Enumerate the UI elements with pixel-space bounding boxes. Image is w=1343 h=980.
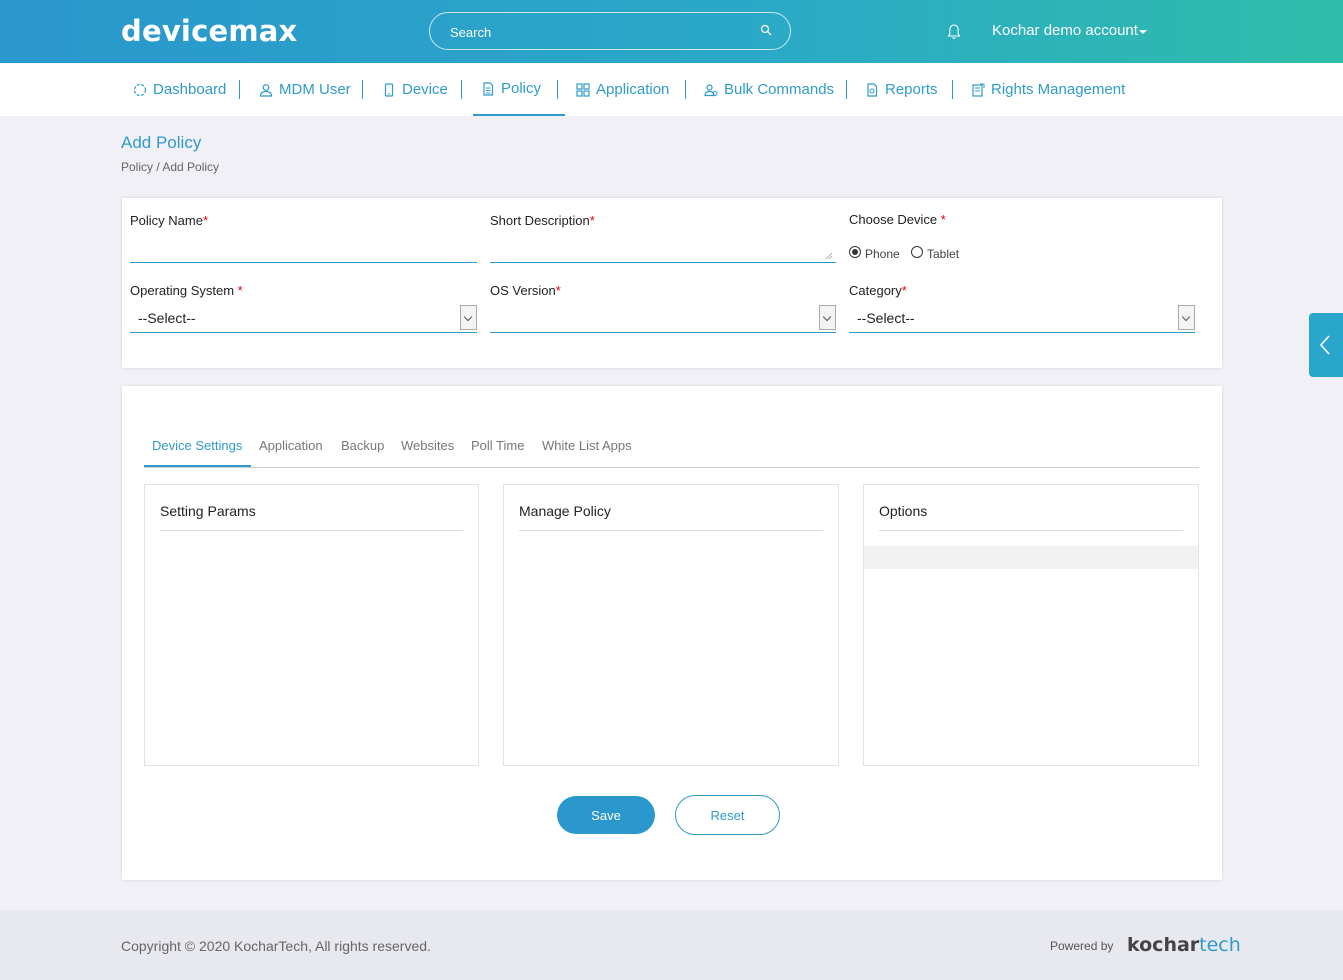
- reset-button[interactable]: Reset: [675, 795, 780, 835]
- policy-name-input[interactable]: [130, 262, 477, 263]
- choose-device-label: Choose Device *: [849, 212, 946, 227]
- options-row[interactable]: [864, 546, 1198, 569]
- device-tablet-label: Tablet: [927, 247, 960, 261]
- tab-poll-time[interactable]: Poll Time: [471, 438, 524, 453]
- policy-name-label: Policy Name*: [130, 213, 209, 228]
- dashboard-icon: [133, 83, 147, 96]
- nav-divider: [362, 80, 363, 99]
- app-logo[interactable]: devicemax: [121, 14, 297, 48]
- chevron-down-icon[interactable]: [1139, 30, 1147, 34]
- search-input[interactable]: [450, 22, 750, 42]
- active-tab-indicator: [144, 465, 251, 467]
- copyright-text: Copyright © 2020 KocharTech, All rights …: [121, 938, 431, 954]
- top-header: devicemax Kochar demo account: [0, 0, 1343, 63]
- tab-websites[interactable]: Websites: [401, 438, 454, 453]
- nav-divider: [846, 80, 847, 99]
- nav-bulk-commands[interactable]: Bulk Commands: [704, 63, 834, 116]
- nav-rights-management[interactable]: Rights Management: [971, 63, 1125, 116]
- document-icon: [483, 81, 494, 96]
- breadcrumb[interactable]: Policy / Add Policy: [121, 160, 219, 174]
- powered-by-text: Powered by: [1050, 939, 1114, 953]
- tabs-divider: [144, 467, 1199, 468]
- category-select[interactable]: --Select--: [849, 303, 1195, 333]
- panel-title: Setting Params: [160, 503, 256, 519]
- rights-icon: [972, 83, 985, 97]
- nav-divider: [685, 80, 686, 99]
- nav-label: Application: [596, 81, 670, 98]
- notification-bell-icon[interactable]: [946, 23, 962, 40]
- nav-divider: [952, 80, 953, 99]
- page-title: Add Policy: [121, 133, 202, 152]
- panel-title: Options: [879, 503, 928, 519]
- resize-handle-icon[interactable]: [825, 252, 833, 260]
- device-tablet-radio[interactable]: [911, 246, 923, 258]
- policy-form-card: [122, 198, 1222, 368]
- kochartech-logo[interactable]: kochartech: [1127, 934, 1241, 956]
- nav-label: Policy: [501, 80, 542, 97]
- footer: Copyright © 2020 KocharTech, All rights …: [0, 910, 1343, 980]
- tab-device-settings[interactable]: Device Settings: [152, 438, 242, 453]
- setting-params-panel: Setting Params: [144, 484, 479, 766]
- nav-divider: [557, 80, 558, 99]
- device-phone-label: Phone: [865, 247, 900, 261]
- nav-label: Device: [402, 81, 448, 98]
- divider: [160, 530, 463, 531]
- os-version-select[interactable]: [490, 303, 836, 333]
- grid-icon: [576, 82, 590, 97]
- short-description-textarea[interactable]: [490, 262, 836, 263]
- main-nav: Dashboard MDM User Device Policy Applica…: [0, 63, 1343, 116]
- nav-policy[interactable]: Policy: [473, 63, 565, 116]
- nav-divider: [461, 80, 462, 99]
- search-icon[interactable]: [760, 24, 772, 36]
- nav-label: Bulk Commands: [724, 81, 835, 98]
- nav-label: Reports: [885, 81, 938, 98]
- operating-system-label: Operating System *: [130, 283, 243, 298]
- chevron-down-icon[interactable]: [1178, 305, 1195, 330]
- device-phone-radio[interactable]: [849, 246, 861, 258]
- tab-backup[interactable]: Backup: [341, 438, 384, 453]
- operating-system-select[interactable]: --Select--: [130, 303, 477, 333]
- chevron-down-icon[interactable]: [460, 305, 477, 330]
- account-menu[interactable]: Kochar demo account: [992, 22, 1138, 39]
- nav-label: Dashboard: [153, 81, 227, 98]
- os-version-label: OS Version*: [490, 283, 561, 298]
- users-icon: [704, 83, 718, 96]
- tab-application[interactable]: Application: [259, 438, 323, 453]
- operating-system-value: --Select--: [138, 310, 196, 326]
- phone-icon: [384, 82, 394, 97]
- side-panel-toggle[interactable]: [1309, 313, 1343, 377]
- nav-divider: [239, 80, 240, 99]
- chevron-down-icon[interactable]: [819, 305, 836, 330]
- divider: [519, 530, 823, 531]
- panel-title: Manage Policy: [519, 503, 611, 519]
- nav-reports[interactable]: Reports: [865, 63, 938, 116]
- tab-white-list-apps[interactable]: White List Apps: [542, 438, 632, 453]
- nav-mdm-user[interactable]: MDM User: [259, 63, 351, 116]
- user-icon: [259, 83, 273, 97]
- options-panel: Options: [863, 484, 1199, 766]
- search-box: [429, 12, 791, 50]
- category-value: --Select--: [857, 310, 915, 326]
- report-icon: [867, 82, 878, 97]
- divider: [879, 530, 1183, 531]
- nav-dashboard[interactable]: Dashboard: [133, 63, 226, 116]
- short-description-label: Short Description*: [490, 213, 595, 228]
- nav-label: Rights Management: [991, 81, 1126, 98]
- manage-policy-panel: Manage Policy: [503, 484, 839, 766]
- nav-application[interactable]: Application: [576, 63, 669, 116]
- chevron-left-icon: [1319, 335, 1330, 355]
- save-button[interactable]: Save: [557, 796, 655, 834]
- nav-label: MDM User: [279, 81, 351, 98]
- nav-device[interactable]: Device: [382, 63, 448, 116]
- category-label: Category*: [849, 283, 907, 298]
